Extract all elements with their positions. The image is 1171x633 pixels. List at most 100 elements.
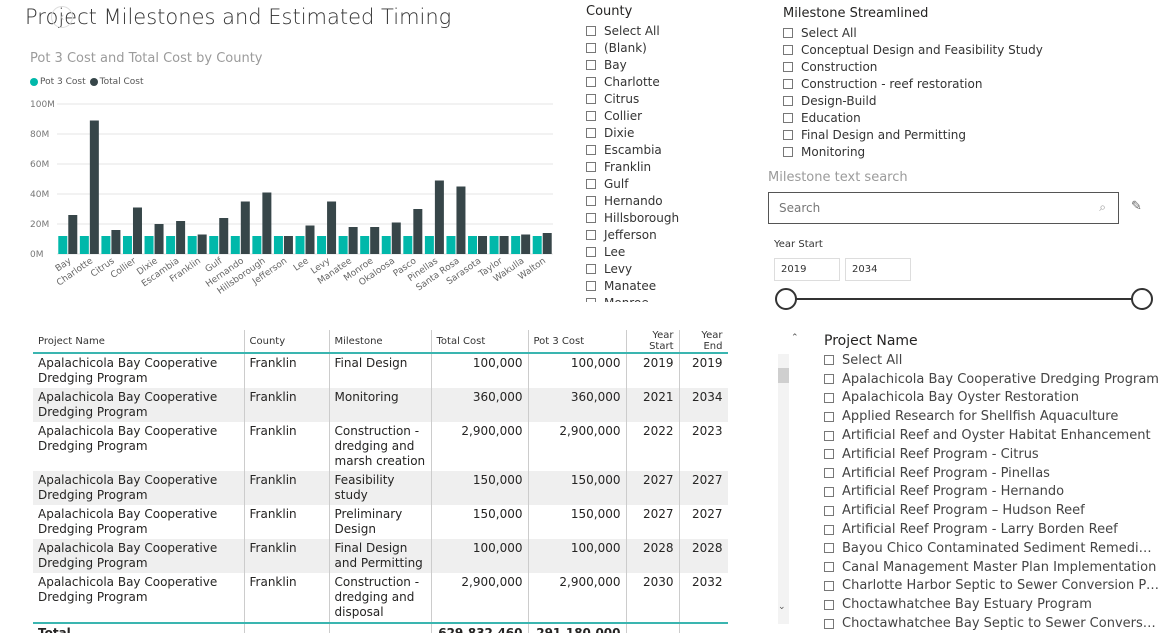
checkbox-icon[interactable] bbox=[824, 449, 834, 460]
bar-pot3-cost[interactable] bbox=[295, 236, 305, 254]
bar-pot3-cost[interactable] bbox=[338, 236, 348, 254]
table-row[interactable]: Apalachicola Bay Cooperative Dredging Pr… bbox=[33, 573, 728, 623]
bar-total-cost[interactable] bbox=[413, 209, 423, 254]
checkbox-icon[interactable] bbox=[783, 95, 793, 106]
table-row[interactable]: Apalachicola Bay Cooperative Dredging Pr… bbox=[33, 505, 728, 539]
checkbox-icon[interactable] bbox=[586, 93, 596, 104]
bar-total-cost[interactable] bbox=[197, 234, 207, 255]
bar-pot3-cost[interactable] bbox=[209, 236, 219, 254]
project-item[interactable]: Bayou Chico Contaminated Sediment Remedi… bbox=[824, 539, 1159, 558]
bar-pot3-cost[interactable] bbox=[79, 236, 89, 254]
bar-total-cost[interactable] bbox=[499, 236, 509, 254]
county-item[interactable]: Jefferson bbox=[586, 226, 756, 243]
project-item[interactable]: Charlotte Harbor Septic to Sewer Convers… bbox=[824, 577, 1159, 596]
column-header-year-end[interactable]: Year End bbox=[679, 330, 728, 354]
bar-pot3-cost[interactable] bbox=[273, 236, 283, 254]
scroll-up-icon[interactable]: ⌃ bbox=[791, 333, 799, 343]
county-item[interactable]: Hernando bbox=[586, 192, 756, 209]
bar-pot3-cost[interactable] bbox=[381, 236, 391, 254]
project-item[interactable]: Artificial Reef Program - Citrus bbox=[824, 445, 1159, 464]
checkbox-icon[interactable] bbox=[586, 195, 596, 206]
bar-total-cost[interactable] bbox=[89, 120, 99, 255]
county-item[interactable]: Dixie bbox=[586, 124, 756, 141]
checkbox-icon[interactable] bbox=[824, 468, 834, 479]
bar-total-cost[interactable] bbox=[456, 186, 466, 255]
milestone-item[interactable]: Construction bbox=[783, 58, 1113, 75]
county-item[interactable]: Manatee bbox=[586, 277, 756, 294]
bar-pot3-cost[interactable] bbox=[532, 236, 542, 254]
milestone-item[interactable]: Education bbox=[783, 109, 1113, 126]
county-item[interactable]: Charlotte bbox=[586, 73, 756, 90]
milestone-item[interactable]: Select All bbox=[783, 24, 1113, 41]
bar-total-cost[interactable] bbox=[262, 192, 272, 255]
county-item[interactable]: Hillsborough bbox=[586, 209, 756, 226]
checkbox-icon[interactable] bbox=[783, 146, 793, 157]
table-row[interactable]: Apalachicola Bay Cooperative Dredging Pr… bbox=[33, 539, 728, 573]
project-item[interactable]: Canal Management Master Plan Implementat… bbox=[824, 558, 1159, 577]
scroll-down-icon[interactable]: ⌄ bbox=[778, 602, 786, 612]
bar-total-cost[interactable] bbox=[370, 227, 380, 254]
back-button-icon[interactable]: ‹ bbox=[51, 6, 73, 28]
project-item[interactable]: Apalachicola Bay Oyster Restoration bbox=[824, 389, 1159, 408]
bar-total-cost[interactable] bbox=[154, 224, 164, 254]
project-slicer-scroll-thumb[interactable] bbox=[778, 368, 789, 383]
checkbox-icon[interactable] bbox=[783, 129, 793, 140]
year-start-input[interactable]: 2019 bbox=[774, 258, 840, 281]
project-item[interactable]: Select All bbox=[824, 351, 1159, 370]
checkbox-icon[interactable] bbox=[783, 61, 793, 72]
checkbox-icon[interactable] bbox=[824, 505, 834, 516]
project-item[interactable]: Apalachicola Bay Cooperative Dredging Pr… bbox=[824, 370, 1159, 389]
checkbox-icon[interactable] bbox=[586, 280, 596, 291]
year-slider-track[interactable] bbox=[786, 298, 1141, 300]
project-item[interactable]: Choctawhatchee Bay Estuary Program bbox=[824, 595, 1159, 614]
bar-pot3-cost[interactable] bbox=[101, 236, 111, 254]
county-item[interactable]: Citrus bbox=[586, 90, 756, 107]
project-item[interactable]: Choctawhatchee Bay Septic to Sewer Conve… bbox=[824, 614, 1159, 633]
bar-pot3-cost[interactable] bbox=[166, 236, 176, 254]
checkbox-icon[interactable] bbox=[824, 524, 834, 535]
checkbox-icon[interactable] bbox=[824, 543, 834, 554]
column-header-milestone[interactable]: Milestone bbox=[329, 330, 432, 354]
county-item[interactable]: Collier bbox=[586, 107, 756, 124]
project-item[interactable]: Artificial Reef Program - Pinellas bbox=[824, 464, 1159, 483]
year-slider-start-handle[interactable] bbox=[775, 288, 797, 310]
bar-pot3-cost[interactable] bbox=[468, 236, 478, 254]
year-slider-end-handle[interactable] bbox=[1131, 288, 1153, 310]
milestone-item[interactable]: Design-Build bbox=[783, 92, 1113, 109]
checkbox-icon[interactable] bbox=[586, 127, 596, 138]
bar-pot3-cost[interactable] bbox=[230, 236, 240, 254]
bar-total-cost[interactable] bbox=[542, 233, 552, 254]
bar-pot3-cost[interactable] bbox=[424, 236, 434, 254]
search-icon[interactable]: ⌕ bbox=[1099, 200, 1106, 215]
checkbox-icon[interactable] bbox=[824, 411, 834, 422]
project-item[interactable]: Artificial Reef Program - Larry Borden R… bbox=[824, 520, 1159, 539]
year-end-input[interactable]: 2034 bbox=[845, 258, 911, 281]
checkbox-icon[interactable] bbox=[824, 392, 834, 403]
table-row[interactable]: Apalachicola Bay Cooperative Dredging Pr… bbox=[33, 353, 728, 388]
bar-total-cost[interactable] bbox=[68, 215, 78, 254]
table-row[interactable]: Apalachicola Bay Cooperative Dredging Pr… bbox=[33, 422, 728, 471]
bar-total-cost[interactable] bbox=[521, 234, 531, 255]
milestone-item[interactable]: Final Design and Permitting bbox=[783, 126, 1113, 143]
project-item[interactable]: Artificial Reef Program – Hudson Reef bbox=[824, 501, 1159, 520]
checkbox-icon[interactable] bbox=[824, 599, 834, 610]
county-item[interactable]: Gulf bbox=[586, 175, 756, 192]
county-item[interactable]: Levy bbox=[586, 260, 756, 277]
checkbox-icon[interactable] bbox=[586, 297, 596, 302]
column-header-project-name[interactable]: Project Name bbox=[33, 330, 245, 354]
county-item[interactable]: (Blank) bbox=[586, 39, 756, 56]
checkbox-icon[interactable] bbox=[824, 562, 834, 573]
eraser-icon[interactable]: ✎ bbox=[1131, 199, 1142, 214]
project-slicer-scrollbar[interactable] bbox=[778, 354, 789, 624]
milestone-item[interactable]: Construction - reef restoration bbox=[783, 75, 1113, 92]
column-header-county[interactable]: County bbox=[244, 330, 330, 354]
checkbox-icon[interactable] bbox=[824, 580, 834, 591]
county-item[interactable]: Monroe bbox=[586, 294, 756, 302]
bar-pot3-cost[interactable] bbox=[489, 236, 499, 254]
checkbox-icon[interactable] bbox=[824, 374, 834, 385]
checkbox-icon[interactable] bbox=[824, 430, 834, 441]
project-item[interactable]: Artificial Reef and Oyster Habitat Enhan… bbox=[824, 426, 1159, 445]
bar-total-cost[interactable] bbox=[391, 222, 401, 255]
checkbox-icon[interactable] bbox=[586, 76, 596, 87]
search-input[interactable]: Search ⌕ bbox=[768, 192, 1119, 224]
